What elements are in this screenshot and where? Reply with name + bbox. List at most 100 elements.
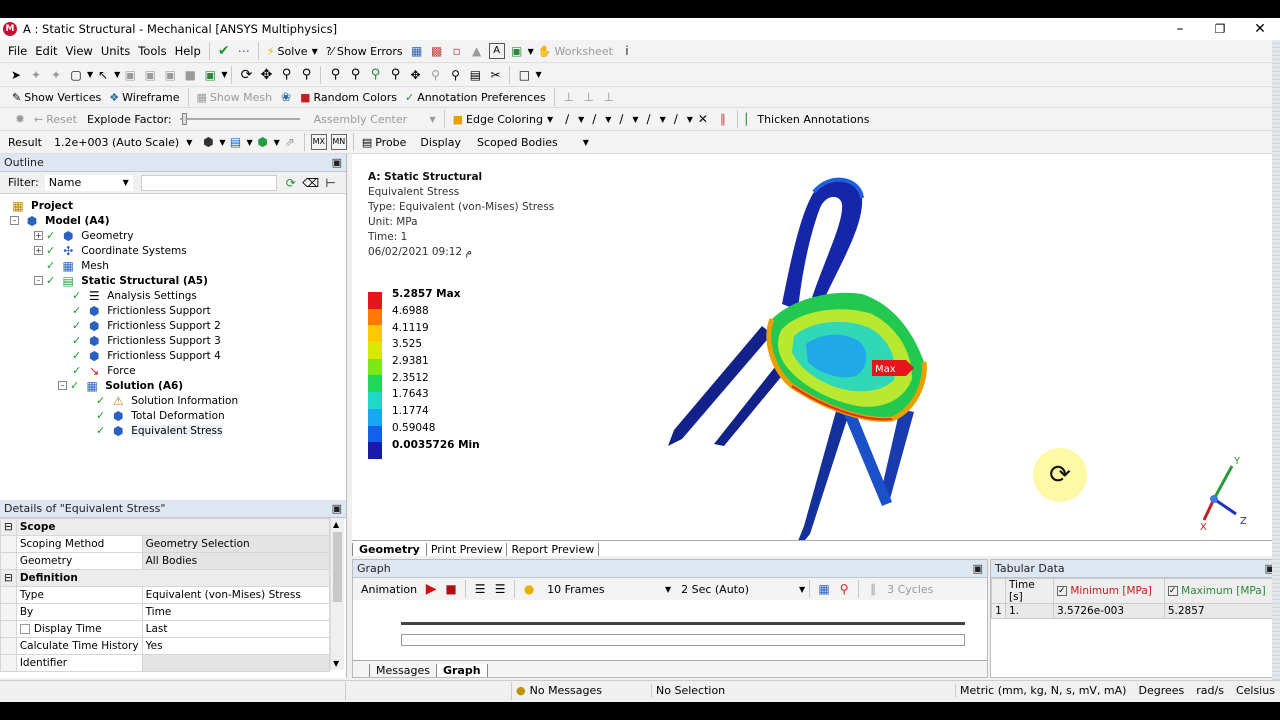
tab-graph[interactable]: Graph [435,664,488,677]
distributed-frames-icon[interactable]: ☰ [472,581,488,597]
solve-process-icon[interactable]: ⋯ [236,43,252,59]
axis-triad[interactable]: Y X Z [1174,444,1264,534]
collapse-icon[interactable]: – [58,381,67,390]
display-time-checkbox[interactable] [19,624,30,634]
messages-status[interactable]: ● No Messages [512,684,652,697]
export-video-icon[interactable]: ▦ [816,581,832,597]
menu-units[interactable]: Units [97,44,134,58]
details-row[interactable]: Calculate Time History Yes [0,637,331,655]
vector-icon[interactable]: ⇗ [282,134,298,150]
tree-item-model[interactable]: – ⬢ Model (A4) [10,213,110,228]
stop-icon[interactable]: ■ [443,581,459,597]
edge-style-icon-1[interactable]: ∕ [559,111,575,127]
tab-geometry[interactable]: Geometry [352,543,427,556]
worksheet-button[interactable]: ✋ Worksheet [534,41,617,61]
edge-style-icon-3[interactable]: ∕ [613,111,629,127]
viewports-icon[interactable]: □ [516,67,532,83]
extend-selection-icon[interactable]: ▣ [202,67,218,83]
contour-icon[interactable]: ▤ [228,134,244,150]
next-view-icon[interactable]: ⚲ [447,67,463,83]
select-point-icon[interactable]: ✦ [28,67,44,83]
tree-item-solution-information[interactable]: ✓ ⚠ Solution Information [96,393,238,408]
close-button[interactable]: ✕ [1240,21,1280,37]
explode-icon[interactable]: ✹ [12,111,28,127]
ruler-icon[interactable]: ✂ [487,67,503,83]
box-zoom-icon[interactable]: ⚲ [298,67,314,83]
timeline-track[interactable] [401,622,965,625]
image-icon[interactable]: ▣ [509,43,525,59]
rotate-indicator[interactable]: ⟳ [1033,448,1087,502]
tree-item-static-structural[interactable]: – ✓ ▤ Static Structural (A5) [34,273,208,288]
select-node-icon[interactable]: ✦ [48,67,64,83]
text-annotation-icon[interactable]: A [488,43,505,59]
rotate-icon[interactable]: ⟳ [238,67,254,83]
frames-dropdown[interactable]: 10 Frames ▼ [547,583,671,596]
rate-units-status[interactable]: rad/s [1196,684,1224,697]
min-label-icon[interactable]: MN [330,134,347,150]
tree-item-frictionless-support-4[interactable]: ✓ ⬢ Frictionless Support 4 [72,348,221,363]
select-body-icon[interactable]: ■ [182,67,198,83]
random-colors-button[interactable]: ■ Random Colors [296,87,401,107]
clear-filter-icon[interactable]: ⌫ [302,175,319,191]
select-face-icon[interactable]: ▣ [162,67,178,83]
scroll-up-icon[interactable]: ▲ [333,520,339,529]
maximum-checkbox[interactable]: ✓ [1167,586,1178,596]
tab-report-preview[interactable]: Report Preview [507,543,600,556]
tree-item-project[interactable]: ▦ Project [8,198,73,213]
menu-edit[interactable]: Edit [31,44,61,58]
play-icon[interactable]: ▶ [423,581,439,597]
show-mesh-button[interactable]: ▦ Show Mesh [193,87,277,107]
refresh-filter-icon[interactable]: ⟳ [283,175,299,191]
zoom-to-fit-icon[interactable]: ⚲ [327,67,343,83]
menu-view[interactable]: View [62,44,97,58]
assembly-center-dropdown[interactable]: Assembly Center ▼ [310,111,440,128]
column-maximum[interactable]: ✓ Maximum [MPa] [1163,578,1280,604]
zoom-icon[interactable]: ⚲ [278,67,294,83]
details-row[interactable]: By Time [0,603,331,621]
temperature-units-status[interactable]: Celsius [1236,684,1275,697]
show-errors-button[interactable]: ?⁄ Show Errors [322,41,407,61]
details-row[interactable]: Geometry All Bodies [0,552,331,570]
timeline-bar[interactable] [401,634,965,646]
minimum-checkbox[interactable]: ✓ [1057,586,1067,596]
zoom-out-icon[interactable]: ⚲ [387,67,403,83]
lightbulb-icon[interactable]: ● [521,581,537,597]
minimize-button[interactable]: – [1160,21,1200,37]
details-section-definition[interactable]: ⊟ Definition [0,569,331,587]
tree-item-coordinate-systems[interactable]: + ✓ ✣ Coordinate Systems [34,243,187,258]
select-edge-icon[interactable]: ▣ [142,67,158,83]
cycles-icon[interactable]: ∥ [865,581,881,597]
expand-icon[interactable]: + [34,246,43,255]
expand-icon[interactable]: + [34,231,43,240]
filter-input[interactable] [140,174,277,191]
zoom-fit-graph-icon[interactable]: ⚲ [836,581,852,597]
thin-edge-icon[interactable]: ∥ [715,111,731,127]
filter-dropdown[interactable]: Name ▼ [44,174,133,191]
select-mode-icon[interactable]: ➤ [8,67,24,83]
details-scrollbar[interactable]: ▲ ▼ [330,518,344,670]
thick-edge-icon[interactable]: ✕ [695,111,711,127]
menu-help[interactable]: Help [171,44,205,58]
details-row[interactable]: Scoping Method Geometry Selection [0,535,331,553]
unit-system-status[interactable]: Metric (mm, kg, N, s, mV, mA) [956,684,1126,697]
display-dropdown[interactable]: Scoped Bodies ▼ [477,136,589,149]
thicken-annotations-button[interactable]: ▏ Thicken Annotations [742,109,874,129]
duration-dropdown[interactable]: 2 Sec (Auto) ▼ [681,583,805,596]
cursor-icon[interactable]: ↖ [95,67,111,83]
details-section-scope[interactable]: ⊟ Scope [0,518,331,536]
scroll-down-icon[interactable]: ▼ [333,659,339,668]
column-minimum[interactable]: ✓ Minimum [MPa] [1053,578,1165,604]
scale-dropdown[interactable]: 1.2e+003 (Auto Scale) ▼ [54,136,192,149]
collapse-icon[interactable]: – [34,276,43,285]
pin-icon[interactable]: ▣ [973,562,983,575]
report-icon[interactable]: ▦ [409,43,425,59]
collapse-icon[interactable]: – [10,216,19,225]
pin-icon[interactable]: ▲ [469,43,485,59]
tree-item-analysis-settings[interactable]: ✓ ☰ Analysis Settings [72,288,197,303]
select-type-icon[interactable]: ▢ [68,67,84,83]
edge-style-icon-5[interactable]: ∕ [668,111,684,127]
tree-item-solution[interactable]: – ✓ ▦ Solution (A6) [58,378,183,393]
angle-units-status[interactable]: Degrees [1138,684,1184,697]
restore-button[interactable]: ❐ [1200,22,1240,36]
table-row[interactable]: 1 1. 3.5726e-003 5.2857 [991,603,1280,619]
